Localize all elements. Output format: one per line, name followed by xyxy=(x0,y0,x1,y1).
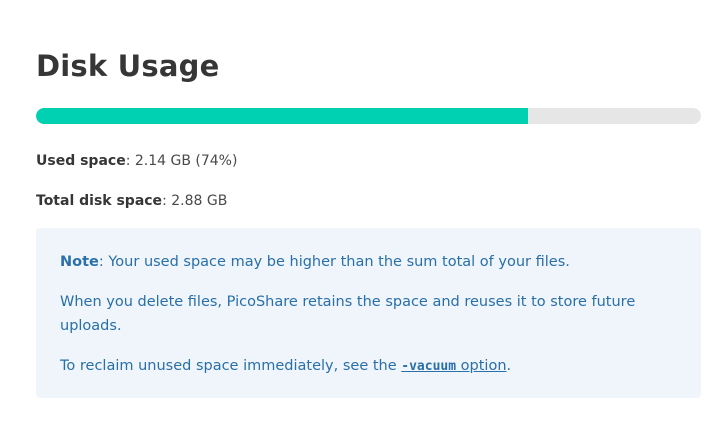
note-paragraph-3: To reclaim unused space immediately, see… xyxy=(60,354,677,379)
page-title: Disk Usage xyxy=(36,49,220,83)
total-disk-space-stat: Total disk space: 2.88 GB xyxy=(36,193,228,209)
note-text-3-prefix: To reclaim unused space immediately, see… xyxy=(60,358,402,374)
note-paragraph-1: Note: Your used space may be higher than… xyxy=(60,254,570,270)
total-disk-space-label: Total disk space xyxy=(36,193,163,209)
vacuum-option-link[interactable]: -vacuum option xyxy=(401,358,506,374)
used-space-value: 2.14 GB (74%) xyxy=(134,153,238,169)
vacuum-flag-code: -vacuum xyxy=(401,359,457,374)
note-label: Note xyxy=(60,254,99,270)
note-text-3-suffix: . xyxy=(506,358,512,374)
note-text-2: When you delete files, PicoShare retains… xyxy=(60,294,636,334)
disk-usage-progress-bar xyxy=(36,108,701,124)
note-box: Note: Your used space may be higher than… xyxy=(36,228,701,398)
note-text-1: Your used space may be higher than the s… xyxy=(108,254,570,270)
vacuum-link-text: option xyxy=(456,358,507,374)
used-space-label: Used space xyxy=(36,153,126,169)
disk-usage-page: Disk Usage Used space: 2.14 GB (74%) Tot… xyxy=(0,0,727,445)
used-space-stat: Used space: 2.14 GB (74%) xyxy=(36,153,238,169)
note-paragraph-2: When you delete files, PicoShare retains… xyxy=(60,290,677,338)
progress-bar-fill xyxy=(36,108,529,124)
total-disk-space-value: 2.88 GB xyxy=(171,193,228,209)
